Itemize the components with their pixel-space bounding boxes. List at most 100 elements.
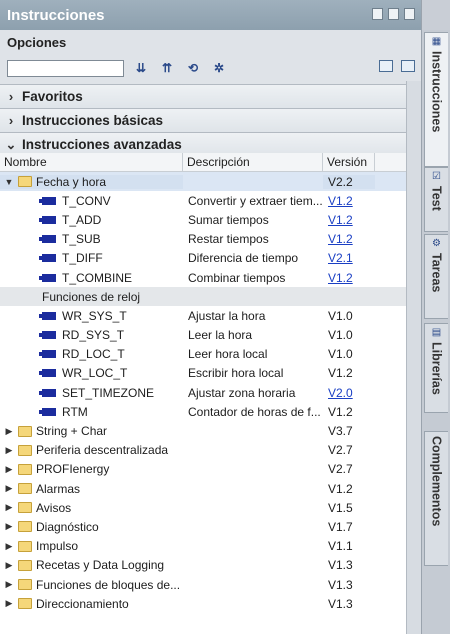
search-input[interactable] [7,59,124,77]
options-label: Opciones [7,35,67,50]
refresh-version-icon[interactable]: ⟲ [184,60,202,76]
folder-icon [18,579,32,591]
tree-row[interactable]: SET_TIMEZONE Ajustar zona horaria V2.0 [0,383,407,402]
row-version: V1.3 [328,558,353,573]
tree-row[interactable]: ▶ String + Char V3.7 [0,421,407,440]
row-version: V1.5 [328,500,353,515]
row-name-cell: ▶ Periferia descentralizada [0,443,183,457]
function-block-icon [39,196,56,205]
tree-row[interactable]: ▶ Diagnóstico V1.7 [0,517,407,536]
row-name: Periferia descentralizada [36,443,169,458]
tree-row[interactable]: WR_SYS_T Ajustar la hora V1.0 [0,306,407,325]
tree-row[interactable]: ▶ Impulso V1.1 [0,537,407,556]
row-version-link[interactable]: V1.2 [323,194,375,208]
row-name: RD_LOC_T [62,347,125,362]
row-name-cell: T_CONV [0,194,183,208]
row-name: RTM [62,404,88,419]
instructions-icon: ▦ [431,36,442,47]
expand-right-icon[interactable]: ▶ [4,426,14,437]
row-name: PROFIenergy [36,462,110,477]
row-version: V1.2 [328,366,353,381]
tree-row[interactable]: WR_LOC_T Escribir hora local V1.2 [0,364,407,383]
expand-right-icon[interactable]: ▶ [4,464,14,475]
column-description[interactable]: Descripción [183,153,323,171]
tree-row[interactable]: T_ADD Sumar tiempos V1.2 [0,210,407,229]
expand-right-icon[interactable]: ▶ [4,445,14,456]
row-name-cell: ▶ PROFIenergy [0,462,183,476]
list-view-icon[interactable] [401,60,415,72]
chevron-right-icon: › [8,89,14,104]
row-name: T_COMBINE [62,270,133,285]
tree-row[interactable]: ▶ Alarmas V1.2 [0,479,407,498]
expand-right-icon[interactable]: ▶ [4,502,14,513]
column-header: Nombre Descripción Versión [0,153,407,172]
row-name: T_ADD [62,212,102,227]
tree-row[interactable]: T_COMBINE Combinar tiempos V1.2 [0,268,407,287]
search-down-icon[interactable]: ⇊ [132,60,150,76]
row-name: T_CONV [62,193,111,208]
restore-icon[interactable] [372,8,383,20]
row-version-link[interactable]: V2.1 [323,251,375,265]
column-version[interactable]: Versión [323,153,375,171]
tasks-icon: ⚙ [432,238,441,249]
expand-right-icon[interactable]: ▶ [4,598,14,609]
row-version-link[interactable]: V1.2 [323,232,375,246]
tab-tareas[interactable]: ⚙ Tareas [424,234,448,319]
tree-row[interactable]: ▶ Direccionamiento V1.3 [0,594,407,613]
tree-row[interactable]: ▶ Periferia descentralizada V2.7 [0,441,407,460]
tree-row[interactable]: ▼ Fecha y hora V2.2 [0,172,407,192]
tree-row[interactable]: RD_SYS_T Leer la hora V1.0 [0,326,407,345]
expand-down-icon[interactable]: ▼ [4,177,14,187]
tree-row[interactable]: ▶ Avisos V1.5 [0,498,407,517]
search-up-icon[interactable]: ⇈ [158,60,176,76]
row-name-cell: T_COMBINE [0,271,183,285]
tree-row[interactable]: ▶ PROFIenergy V2.7 [0,460,407,479]
function-block-icon [39,388,56,397]
tree-row[interactable]: RD_LOC_T Leer hora local V1.0 [0,345,407,364]
tree-row[interactable]: RTM Contador de horas de f... V1.2 [0,402,407,421]
tree-row[interactable]: ▶ Recetas y Data Logging V1.3 [0,556,407,575]
tab-librerias[interactable]: ▤ Librerías [424,323,448,413]
pane-favoritos[interactable]: › Favoritos [0,84,421,108]
function-block-icon [39,215,56,224]
update-icon[interactable]: ✲ [210,60,228,76]
row-name: Funciones de bloques de... [36,577,181,592]
row-name-cell: ▶ Impulso [0,539,183,553]
tab-complementos[interactable]: Complementos [424,431,448,566]
pane-instrucciones-basicas[interactable]: › Instrucciones básicas [0,108,421,132]
expand-right-icon[interactable]: ▶ [4,560,14,571]
panel-titlebar: Instrucciones [0,0,421,30]
tree-row[interactable]: T_SUB Restar tiempos V1.2 [0,230,407,249]
expand-right-icon[interactable]: ▶ [4,521,14,532]
tab-instrucciones[interactable]: ▦ Instrucciones [424,32,448,167]
tree-row[interactable]: T_DIFF Diferencia de tiempo V2.1 [0,249,407,268]
row-name: WR_SYS_T [62,308,127,323]
tree-row[interactable]: ▶ Funciones de bloques de... V1.3 [0,575,407,594]
row-name: WR_LOC_T [62,366,128,381]
view-icon[interactable] [379,60,393,72]
row-name: Fecha y hora [36,174,107,189]
row-version: V1.0 [328,328,353,343]
test-icon: ☑ [432,171,441,182]
row-description: Escribir hora local [188,366,284,381]
row-version-link[interactable]: V1.2 [323,213,375,227]
pin-icon[interactable] [388,8,399,20]
row-name-cell: Funciones de reloj [0,290,183,304]
expand-right-icon[interactable]: ▶ [4,579,14,590]
expand-right-icon[interactable]: ▶ [4,541,14,552]
close-icon[interactable] [404,8,415,20]
tab-test[interactable]: ☑ Test [424,167,448,232]
instructions-tree: Nombre Descripción Versión ▼ Fecha y hora… [0,153,407,634]
row-description: Diferencia de tiempo [188,251,299,266]
folder-icon [18,521,32,533]
row-version-link[interactable]: V2.0 [323,386,375,400]
column-name[interactable]: Nombre [0,153,183,171]
expand-right-icon[interactable]: ▶ [4,483,14,494]
row-name-cell: WR_SYS_T [0,309,183,323]
row-version: V1.3 [328,577,353,592]
tree-row[interactable]: T_CONV Convertir y extraer tiem... V1.2 [0,191,407,210]
function-block-icon [39,407,56,416]
chevron-down-icon: ⌄ [5,136,17,152]
tree-group-row[interactable]: Funciones de reloj [0,287,407,307]
row-version-link[interactable]: V1.2 [323,271,375,285]
